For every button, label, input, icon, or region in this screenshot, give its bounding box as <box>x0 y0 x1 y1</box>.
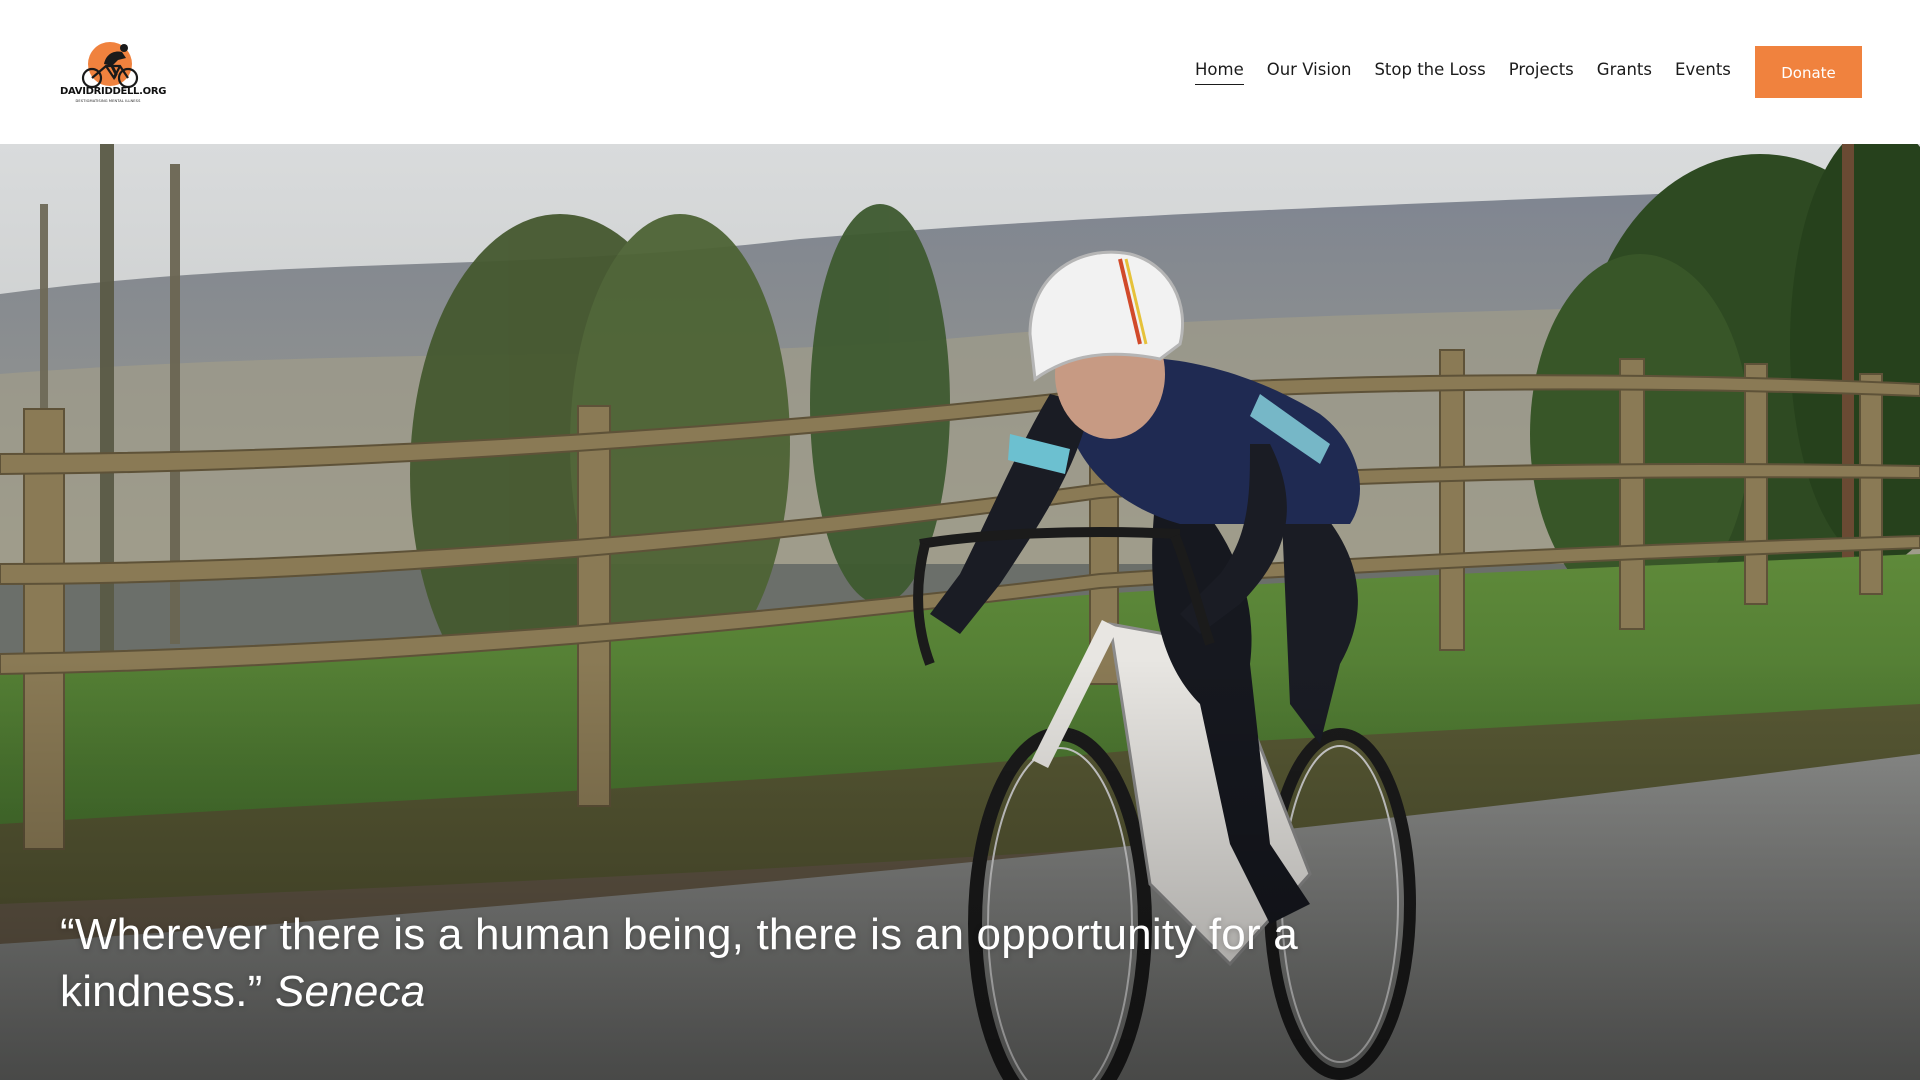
donate-button[interactable]: Donate <box>1755 46 1862 98</box>
hero-quote: “Wherever there is a human being, there … <box>60 906 1420 1020</box>
nav-item-stop-the-loss[interactable]: Stop the Loss <box>1374 58 1485 84</box>
nav-item-our-vision[interactable]: Our Vision <box>1267 58 1352 84</box>
main-nav: Home Our Vision Stop the Loss Projects G… <box>1195 58 1731 85</box>
site-header: DAVIDRIDDELL.ORG DESTIGMATISING MENTAL I… <box>0 0 1920 144</box>
logo-tagline: DESTIGMATISING MENTAL ILLNESS <box>75 99 141 103</box>
site-logo[interactable]: DAVIDRIDDELL.ORG DESTIGMATISING MENTAL I… <box>60 40 167 106</box>
nav-item-home[interactable]: Home <box>1195 58 1244 85</box>
nav-item-grants[interactable]: Grants <box>1597 58 1652 84</box>
hero-section: “Wherever there is a human being, there … <box>0 144 1920 1080</box>
nav-item-events[interactable]: Events <box>1675 58 1731 84</box>
logo-wordmark: DAVIDRIDDELL.ORG <box>60 86 167 97</box>
quote-author: Seneca <box>274 967 426 1016</box>
quote-text: “Wherever there is a human being, there … <box>60 910 1298 1016</box>
nav-item-projects[interactable]: Projects <box>1509 58 1574 84</box>
cyclist-logo-icon <box>81 42 139 89</box>
